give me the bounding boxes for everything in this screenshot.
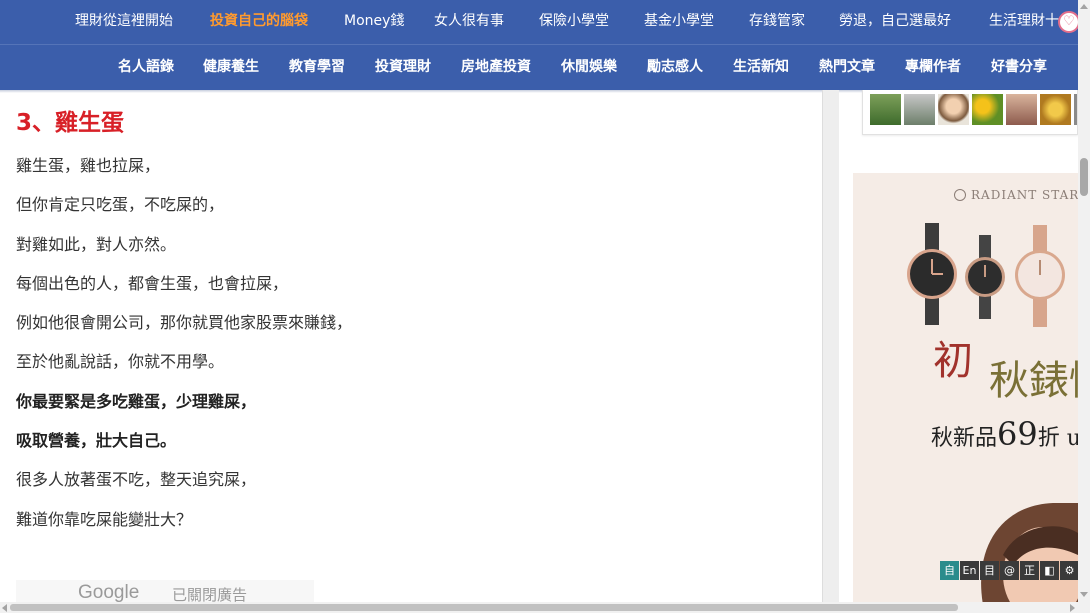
nav-item-pension[interactable]: 勞退，自己選最好	[839, 0, 951, 44]
nav-item-life-news[interactable]: 生活新知	[733, 45, 789, 91]
nav-item-health[interactable]: 健康養生	[203, 45, 259, 91]
article-line: 但你肯定只吃蛋，不吃屎的，	[16, 195, 225, 214]
article-line: 每個出色的人，都會生蛋，也會拉屎，	[16, 274, 289, 293]
avatar[interactable]	[972, 94, 1003, 125]
reader-toolbar: 自 En 目 @ 正 ◧ ⚙	[940, 561, 1079, 580]
nav-item-savings[interactable]: 存錢管家	[749, 0, 805, 44]
nav-item-money[interactable]: Money錢	[344, 0, 404, 44]
avatar[interactable]	[870, 94, 901, 125]
nav-item-inspiration[interactable]: 勵志感人	[647, 45, 703, 91]
english-icon[interactable]: En	[960, 561, 979, 580]
ad-sub-number: 69	[997, 415, 1038, 453]
avatar[interactable]	[938, 94, 969, 125]
ad-brand-name: RADIANT STAR	[971, 188, 1078, 202]
nav-item-life-finance[interactable]: 生活理財十	[989, 0, 1059, 44]
avatar[interactable]	[1074, 94, 1077, 125]
scroll-down-icon[interactable]	[1080, 592, 1088, 597]
avatar[interactable]	[904, 94, 935, 125]
vertical-scroll-thumb[interactable]	[1080, 158, 1088, 196]
nav-item-books[interactable]: 好書分享	[991, 45, 1047, 91]
watch-ad-banner[interactable]: RADIANT STAR 初 秋錶情 秋新品69折 u	[853, 173, 1078, 603]
primary-nav: 理財從這裡開始 投資自己的腦袋 Money錢 女人很有事 保險小學堂 基金小學堂…	[0, 0, 1078, 44]
article-line: 至於他亂說話，你就不用學。	[16, 352, 225, 371]
at-icon[interactable]: @	[1000, 561, 1019, 580]
avatar[interactable]	[1006, 94, 1037, 125]
ad-sub-suffix: 折 u	[1037, 426, 1078, 451]
article-line: 很多人放著蛋不吃，整天追究屎，	[16, 470, 257, 489]
nav-item-start[interactable]: 理財從這裡開始	[75, 0, 173, 44]
ad-title-char: 初	[933, 338, 973, 384]
nav-item-funds[interactable]: 基金小學堂	[644, 0, 714, 44]
nav-item-columnists[interactable]: 專欄作者	[905, 45, 961, 91]
nav-item-invest-brain[interactable]: 投資自己的腦袋	[210, 0, 308, 44]
article-line: 對雞如此，對人亦然。	[16, 235, 177, 254]
horizontal-scroll-thumb[interactable]	[10, 604, 958, 611]
article-line-bold: 吸取營養，壯大自己。	[16, 431, 177, 450]
follower-widget	[862, 90, 1078, 135]
nav-item-popular[interactable]: 熱門文章	[819, 45, 875, 91]
contrast-icon[interactable]: ◧	[1040, 561, 1059, 580]
page-icon[interactable]: 目	[980, 561, 999, 580]
brand-logo-icon	[954, 189, 966, 201]
content-gutter	[822, 90, 839, 602]
google-ad-placeholder: Google 已關閉廣告	[16, 580, 314, 602]
nav-item-leisure[interactable]: 休閒娛樂	[561, 45, 617, 91]
traditional-icon[interactable]: 正	[1020, 561, 1039, 580]
nav-item-real-estate[interactable]: 房地產投資	[461, 45, 531, 91]
horizontal-scrollbar[interactable]	[0, 602, 1090, 613]
nav-item-insurance[interactable]: 保險小學堂	[539, 0, 609, 44]
nav-item-women[interactable]: 女人很有事	[434, 0, 504, 44]
ad-model-photo	[981, 503, 1078, 603]
section-heading: 3、雞生蛋	[16, 110, 125, 136]
nav-item-quotes[interactable]: 名人語錄	[118, 45, 174, 91]
article-line: 例如他很會開公司，那你就買他家股票來賺錢，	[16, 313, 353, 332]
article-line-bold: 你最要緊是多吃雞蛋，少理雞屎，	[16, 392, 257, 411]
avatar[interactable]	[1040, 94, 1071, 125]
gear-icon[interactable]: ⚙	[1060, 561, 1079, 580]
auto-icon[interactable]: 自	[940, 561, 959, 580]
ad-sub-prefix: 秋新品	[931, 426, 998, 451]
scroll-left-icon[interactable]	[2, 604, 7, 612]
ad-subtitle: 秋新品69折 u	[931, 415, 1078, 453]
vertical-scrollbar[interactable]	[1078, 0, 1090, 602]
ad-closed-label: 已關閉廣告	[172, 586, 248, 602]
article-line: 雞生蛋，雞也拉屎，	[16, 156, 161, 175]
heart-icon[interactable]: ♡	[1058, 11, 1080, 33]
ad-title-rest: 秋錶情	[989, 358, 1078, 404]
nav-item-education[interactable]: 教育學習	[289, 45, 345, 91]
secondary-nav: 名人語錄 健康養生 教育學習 投資理財 房地產投資 休閒娛樂 勵志感人 生活新知…	[0, 44, 1078, 91]
google-logo: Google	[78, 582, 140, 602]
nav-item-investing[interactable]: 投資理財	[375, 45, 431, 91]
article-line: 難道你靠吃屎能變壯大？	[16, 510, 193, 529]
scroll-up-icon[interactable]	[1080, 4, 1088, 9]
scroll-right-icon[interactable]	[1070, 604, 1075, 612]
